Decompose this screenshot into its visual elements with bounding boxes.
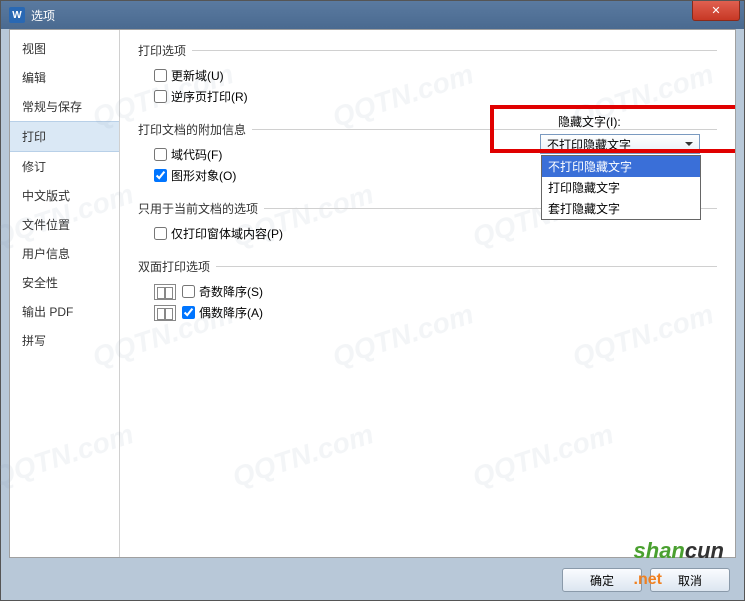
checkbox-input[interactable] [182,285,195,298]
close-button[interactable]: ✕ [692,1,740,21]
sidebar-item-revision[interactable]: 修订 [10,152,119,181]
hidden-text-control: 隐藏文字(I): 不打印隐藏文字 不打印隐藏文字 打印隐藏文字 套打隐藏文字 [540,113,700,154]
dropdown-selected: 不打印隐藏文字 [547,136,631,153]
checkbox-even-desc[interactable]: 偶数降序(A) [154,302,717,323]
footer: 确定 取消 [562,568,730,592]
group-title: 打印文档的附加信息 [138,121,246,138]
checkbox-reverse-print[interactable]: 逆序页打印(R) [154,86,717,107]
checkbox-update-fields[interactable]: 更新域(U) [154,65,717,86]
group-title: 打印选项 [138,42,186,59]
checkbox-input[interactable] [182,306,195,319]
group-duplex: 双面打印选项 奇数降序(S) 偶数降序(A) [138,258,717,323]
options-dialog: W 选项 ✕ QQTN.com QQTN.com QQTN.com QQTN.c… [0,0,745,601]
checkbox-input[interactable] [154,69,167,82]
sidebar-item-view[interactable]: 视图 [10,34,119,63]
app-icon: W [9,7,25,23]
sidebar-item-cn-layout[interactable]: 中文版式 [10,181,119,210]
sidebar-item-general[interactable]: 常规与保存 [10,92,119,121]
sidebar-item-output-pdf[interactable]: 输出 PDF [10,297,119,326]
chevron-down-icon [685,142,693,146]
dialog-body: QQTN.com QQTN.com QQTN.com QQTN.com QQTN… [9,29,736,558]
dropdown-option[interactable]: 套打隐藏文字 [542,198,700,219]
titlebar: W 选项 ✕ [1,1,744,29]
cancel-button[interactable]: 取消 [650,568,730,592]
sidebar-item-file-location[interactable]: 文件位置 [10,210,119,239]
checkbox-input[interactable] [154,227,167,240]
dropdown-option[interactable]: 不打印隐藏文字 [542,156,700,177]
sidebar: 视图 编辑 常规与保存 打印 修订 中文版式 文件位置 用户信息 安全性 输出 … [10,30,120,557]
sidebar-item-security[interactable]: 安全性 [10,268,119,297]
content-panel: 打印选项 更新域(U) 逆序页打印(R) 打印文档的附加信息 [120,30,735,557]
divider [192,50,717,51]
checkbox-input[interactable] [154,169,167,182]
checkbox-odd-desc[interactable]: 奇数降序(S) [154,281,717,302]
ok-button[interactable]: 确定 [562,568,642,592]
sidebar-item-user-info[interactable]: 用户信息 [10,239,119,268]
pages-odd-icon [154,284,176,300]
sidebar-item-spelling[interactable]: 拼写 [10,326,119,355]
hidden-text-dropdown[interactable]: 不打印隐藏文字 不打印隐藏文字 打印隐藏文字 套打隐藏文字 [540,134,700,154]
group-title: 只用于当前文档的选项 [138,200,258,217]
checkbox-input[interactable] [154,148,167,161]
group-print-options: 打印选项 更新域(U) 逆序页打印(R) [138,42,717,107]
window-title: 选项 [31,7,55,24]
pages-even-icon [154,305,176,321]
close-icon: ✕ [711,4,720,17]
checkbox-form-fields-only[interactable]: 仅打印窗体域内容(P) [154,223,717,244]
dropdown-list: 不打印隐藏文字 打印隐藏文字 套打隐藏文字 [541,155,701,220]
group-title: 双面打印选项 [138,258,210,275]
divider [216,266,717,267]
checkbox-input[interactable] [154,90,167,103]
sidebar-item-edit[interactable]: 编辑 [10,63,119,92]
hidden-text-label: 隐藏文字(I): [540,113,700,130]
sidebar-item-print[interactable]: 打印 [10,121,119,152]
dropdown-option[interactable]: 打印隐藏文字 [542,177,700,198]
